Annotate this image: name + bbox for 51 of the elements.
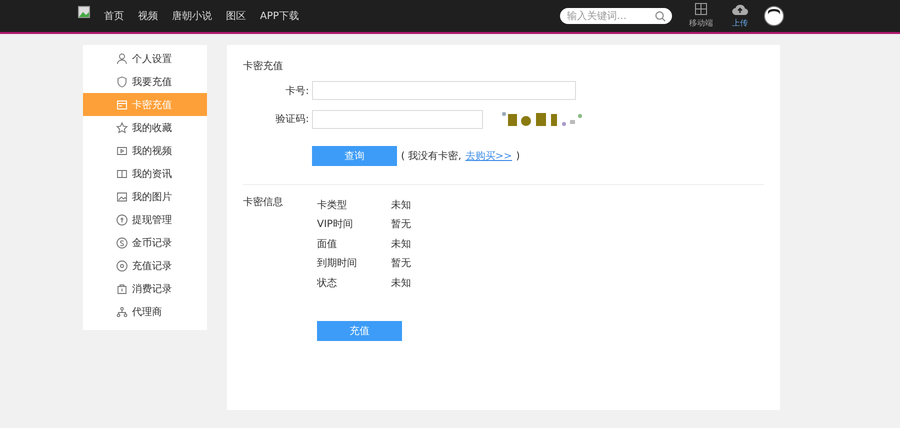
hint-text: ( 我没有卡密, bbox=[401, 150, 462, 163]
field-label: 卡号: bbox=[284, 84, 309, 98]
sidebar-item[interactable]: 我的收藏 bbox=[83, 116, 207, 139]
info-label: 卡类型 bbox=[317, 198, 348, 212]
mobile-button[interactable]: 移动端 bbox=[686, 2, 716, 30]
sidebar-item[interactable]: 消费记录 bbox=[83, 277, 207, 300]
info-label: 状态 bbox=[317, 276, 338, 290]
sidebar-item[interactable]: 我的视频 bbox=[83, 139, 207, 162]
cloud-upload-icon[interactable] bbox=[732, 2, 748, 16]
nav-link[interactable]: APP下载 bbox=[260, 9, 299, 23]
info-label: 面值 bbox=[317, 238, 338, 251]
hint-text: ) bbox=[516, 150, 520, 162]
info-value: 未知 bbox=[391, 238, 411, 251]
target-icon[interactable] bbox=[116, 260, 128, 272]
sidebar-item[interactable]: 提现管理 bbox=[83, 208, 207, 231]
sidebar-item[interactable]: 我的资讯 bbox=[83, 162, 207, 185]
section-title: 卡密充值 bbox=[243, 60, 284, 73]
broken-image-icon bbox=[78, 6, 90, 18]
sidebar-item[interactable]: 金币记录 bbox=[83, 231, 207, 254]
captcha-field[interactable] bbox=[312, 110, 483, 128]
info-value: 未知 bbox=[391, 198, 411, 212]
upload-button[interactable]: 上传 bbox=[730, 2, 750, 30]
sidebar-item[interactable]: 充值记录 bbox=[83, 254, 207, 277]
sidebar-item[interactable]: 我的图片 bbox=[83, 185, 207, 208]
info-label: 到期时间 bbox=[317, 256, 358, 270]
network-icon[interactable] bbox=[116, 306, 128, 318]
info-label: VIP时间 bbox=[317, 218, 354, 232]
search-icon[interactable] bbox=[655, 10, 666, 22]
nav-link[interactable]: 图区 bbox=[226, 9, 246, 23]
user-icon[interactable] bbox=[116, 52, 128, 64]
grid-icon[interactable] bbox=[694, 2, 708, 16]
info-value: 未知 bbox=[391, 276, 411, 290]
field-label: 验证码: bbox=[274, 113, 309, 126]
nav-link[interactable]: 首页 bbox=[104, 9, 124, 23]
bag-icon[interactable] bbox=[116, 282, 128, 294]
sidebar-item[interactable]: 个人设置 bbox=[83, 47, 207, 70]
image-icon[interactable] bbox=[116, 190, 128, 202]
video-icon[interactable] bbox=[116, 144, 128, 156]
search-field[interactable]: 输入关键词... bbox=[560, 8, 672, 24]
star-icon[interactable] bbox=[116, 122, 128, 134]
info-value: 暂无 bbox=[391, 218, 411, 232]
info-value: 暂无 bbox=[391, 256, 411, 270]
nav-link[interactable]: 唐朝小说 bbox=[172, 9, 212, 23]
card-number-field[interactable] bbox=[312, 81, 576, 100]
shield-icon[interactable] bbox=[116, 76, 128, 88]
section-title: 卡密信息 bbox=[243, 196, 284, 210]
book-icon[interactable] bbox=[116, 168, 128, 180]
sidebar-item[interactable]: 我要充值 bbox=[83, 70, 207, 93]
nav-link[interactable]: 视频 bbox=[138, 9, 158, 23]
avatar-icon[interactable] bbox=[764, 6, 784, 26]
sidebar-item[interactable]: 代理商 bbox=[83, 300, 207, 323]
